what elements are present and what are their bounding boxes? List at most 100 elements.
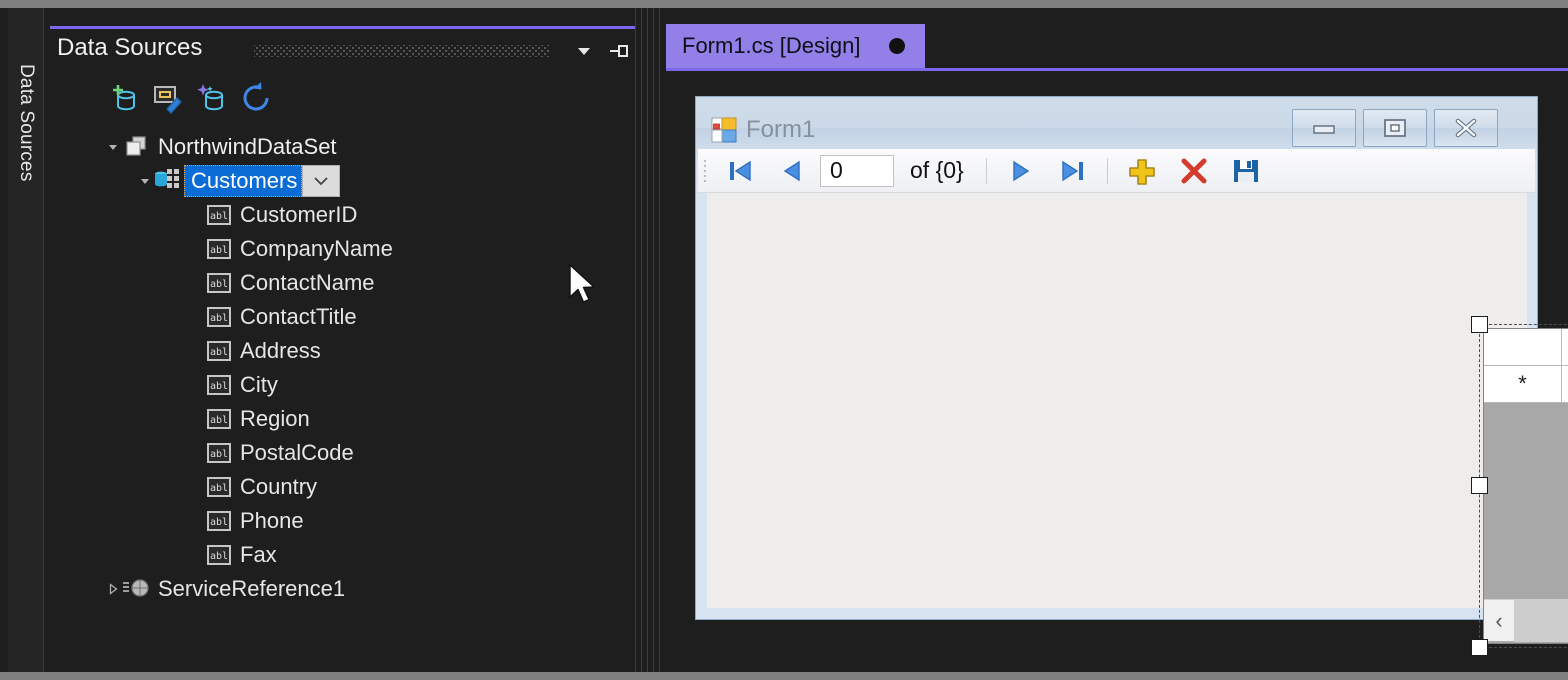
tree-node-column-label: PostalCode <box>240 440 354 465</box>
tree-node-customers-label: Customers <box>191 167 298 193</box>
tree-node-column-contactname[interactable]: abl ContactName <box>204 266 375 300</box>
mouse-cursor <box>568 263 602 314</box>
tree-node-dataset-label: NorthwindDataSet <box>158 134 337 159</box>
scrollbar-track[interactable] <box>1514 599 1568 642</box>
abl-icon: abl <box>204 538 234 572</box>
datagridview-header-row: CustomerID CompanyName ContactName <box>1484 329 1568 366</box>
tree-node-column-companyname[interactable]: abl CompanyName <box>204 232 393 266</box>
add-icon <box>1128 158 1155 185</box>
configure-datasource-with-wizard[interactable] <box>190 74 234 122</box>
abl-icon: abl <box>204 232 234 266</box>
tab-title: Form1.cs [Design] <box>682 33 861 58</box>
form-client-area <box>707 193 1527 608</box>
tree-node-dataset[interactable]: NorthwindDataSet <box>104 130 337 164</box>
binding-navigator: 0 of {0} <box>698 149 1535 193</box>
datagridview[interactable]: CustomerID CompanyName ContactName * ‹ <box>1483 328 1568 644</box>
expander-arrow-collapsed-icon[interactable] <box>104 572 122 606</box>
tree-node-column-city[interactable]: abl City <box>204 368 278 402</box>
binding-move-first[interactable] <box>714 149 766 193</box>
maximize-icon <box>1384 119 1406 137</box>
tab-dirty-indicator-icon[interactable] <box>888 38 905 54</box>
toolstrip-separator <box>1106 157 1108 184</box>
tree-node-column-customerid[interactable]: abl CustomerID <box>204 198 357 232</box>
tree-node-customers-selected-box[interactable]: Customers <box>184 165 303 197</box>
svg-text:abl: abl <box>210 313 228 324</box>
tree-node-column-postalcode[interactable]: abl PostalCode <box>204 436 354 470</box>
close-button[interactable] <box>1434 109 1498 147</box>
vertical-tab-data-sources[interactable]: Data Sources <box>8 18 44 228</box>
service-reference-icon <box>122 572 152 606</box>
row-header-new[interactable]: * <box>1484 366 1562 403</box>
binding-position-input[interactable]: 0 <box>820 154 894 187</box>
panel-splitter[interactable] <box>635 8 660 672</box>
maximize-button[interactable] <box>1363 109 1427 147</box>
svg-text:abl: abl <box>210 381 228 392</box>
svg-text:abl: abl <box>210 551 228 562</box>
toolstrip-grip[interactable] <box>698 149 714 193</box>
move-last-icon <box>1062 160 1083 181</box>
binding-move-previous[interactable] <box>766 149 818 193</box>
editor-area: Form1.cs [Design] Form1 0 of {0} * ‹ <box>660 8 1568 672</box>
tool-window-drag-grip[interactable] <box>254 45 549 57</box>
data-sources-tree: NorthwindDataSet Customers ServiceRefere… <box>44 130 635 630</box>
datagridview-new-row: * <box>1484 366 1568 403</box>
form-icon <box>711 117 737 148</box>
resize-handle-bottom-left[interactable] <box>1471 639 1488 656</box>
binding-move-last[interactable] <box>1047 149 1099 193</box>
resize-handle-top-left[interactable] <box>1471 316 1488 333</box>
tree-node-column-label: CustomerID <box>240 202 358 227</box>
datagridview-corner-header[interactable] <box>1484 329 1562 366</box>
abl-icon: abl <box>204 266 234 300</box>
tab-form1-design[interactable]: Form1.cs [Design] <box>666 24 925 68</box>
form1-window[interactable]: Form1 0 of {0} <box>695 96 1538 620</box>
binding-save[interactable] <box>1220 149 1272 193</box>
delete-icon <box>1181 158 1207 183</box>
edit-dataset-with-designer[interactable] <box>146 74 190 122</box>
scrollbar-thumb[interactable] <box>1514 599 1568 642</box>
tab-underline <box>666 68 1568 71</box>
save-icon <box>1233 159 1258 182</box>
form-designer-surface[interactable]: Form1 0 of {0} * ‹ <box>695 96 1568 656</box>
abl-icon: abl <box>204 470 234 504</box>
add-new-data-source[interactable] <box>102 74 146 122</box>
binding-add-new[interactable] <box>1116 149 1168 193</box>
auto-hide-pin[interactable] <box>606 38 632 64</box>
tree-node-column-label: Region <box>240 406 310 431</box>
tree-node-column-fax[interactable]: abl Fax <box>204 538 277 572</box>
column-header-0[interactable]: CustomerID <box>1562 329 1568 366</box>
screenshot-root: Data Sources Data Sources NorthwindDataS… <box>0 0 1568 680</box>
minimize-button[interactable] <box>1292 109 1356 147</box>
tree-node-column-label: Phone <box>240 508 304 533</box>
abl-icon: abl <box>204 198 234 232</box>
minimize-icon <box>1313 125 1335 134</box>
window-menu-dropdown[interactable] <box>571 38 597 64</box>
binding-move-next[interactable] <box>995 149 1047 193</box>
resize-handle-middle-left[interactable] <box>1471 477 1488 494</box>
svg-text:abl: abl <box>210 245 228 256</box>
cell-new-0[interactable] <box>1562 366 1568 403</box>
data-sources-toolbar <box>44 74 635 132</box>
customers-dropdown-button[interactable] <box>302 165 341 197</box>
move-previous-icon <box>783 160 800 181</box>
tree-node-column-phone[interactable]: abl Phone <box>204 504 304 538</box>
binding-delete[interactable] <box>1168 149 1220 193</box>
abl-icon: abl <box>204 300 234 334</box>
expander-arrow-expanded-icon[interactable] <box>136 164 154 198</box>
svg-text:abl: abl <box>210 449 228 460</box>
expander-arrow-expanded-icon[interactable] <box>104 130 122 164</box>
tree-node-column-region[interactable]: abl Region <box>204 402 310 436</box>
refresh-icon <box>243 82 269 111</box>
tree-node-column-country[interactable]: abl Country <box>204 470 317 504</box>
table-icon <box>154 164 184 198</box>
vertical-tab-strip: Data Sources <box>8 8 44 672</box>
datagridview-horizontal-scrollbar[interactable]: ‹ › <box>1484 599 1568 642</box>
tree-node-column-contacttitle[interactable]: abl ContactTitle <box>204 300 357 334</box>
tree-node-column-address[interactable]: abl Address <box>204 334 321 368</box>
vertical-tab-label: Data Sources <box>16 64 37 182</box>
scroll-left-arrow-icon[interactable]: ‹ <box>1484 608 1514 634</box>
tree-node-service-reference[interactable]: ServiceReference1 <box>104 572 345 606</box>
tree-node-customers[interactable]: Customers <box>136 164 341 198</box>
close-icon <box>1455 118 1477 138</box>
tree-node-column-label: ContactTitle <box>240 304 357 329</box>
refresh[interactable] <box>234 74 278 122</box>
